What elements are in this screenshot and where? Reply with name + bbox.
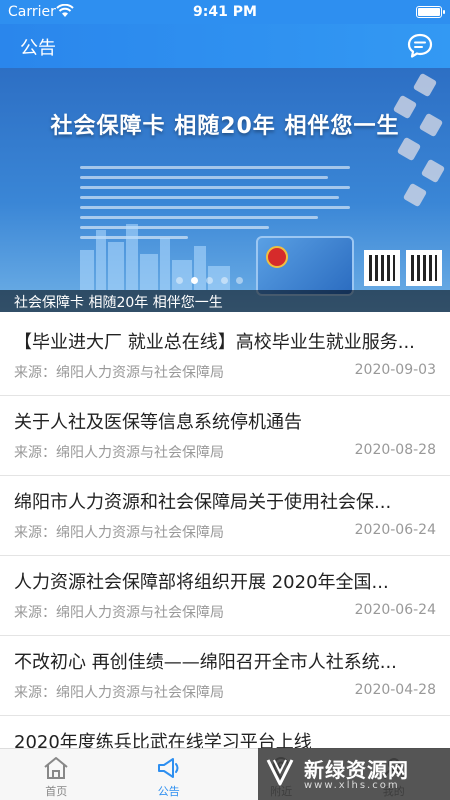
news-title: 绵阳市人力资源和社会保障局关于使用社会保...: [14, 492, 392, 513]
news-date: 2020-09-03: [354, 362, 436, 378]
emblem-icon: [266, 246, 288, 268]
list-item[interactable]: 绵阳市人力资源和社会保障局关于使用社会保... 来源：绵阳人力资源与社会保障局 …: [0, 476, 450, 556]
watermark-logo-icon: [266, 759, 294, 786]
banner-carousel[interactable]: 社会保障卡 相随20年 相伴您一生 社会保障卡 相随20年 相伴您一生: [0, 68, 450, 312]
news-source: 来源：绵阳人力资源与社会保障局: [14, 365, 224, 381]
hexagon-decoration: [376, 72, 446, 226]
list-item[interactable]: 【毕业进大厂 就业总在线】高校毕业生就业服务... 来源：绵阳人力资源与社会保障…: [0, 316, 450, 396]
news-title: 关于人社及医保等信息系统停机通告: [14, 412, 302, 433]
home-icon: [44, 757, 68, 779]
news-title: 不改初心 再创佳绩——绵阳召开全市人社系统...: [14, 652, 397, 673]
news-title: 【毕业进大厂 就业总在线】高校毕业生就业服务...: [14, 332, 415, 353]
banner-caption-bar: 社会保障卡 相随20年 相伴您一生: [0, 290, 450, 312]
watermark-url: www.xlhs.com: [304, 780, 400, 791]
news-date: 2020-06-24: [354, 602, 436, 618]
status-bar: Carrier 9:41 PM: [0, 0, 450, 24]
news-source: 来源：绵阳人力资源与社会保障局: [14, 605, 224, 621]
news-source: 来源：绵阳人力资源与社会保障局: [14, 445, 224, 461]
news-list: 【毕业进大厂 就业总在线】高校毕业生就业服务... 来源：绵阳人力资源与社会保障…: [0, 316, 450, 796]
nav-bar: 公告: [0, 24, 450, 68]
news-date: 2020-04-28: [354, 682, 436, 698]
qr-code-icon: [364, 250, 400, 286]
list-item[interactable]: 人力资源社会保障部将组织开展 2020年全国... 来源：绵阳人力资源与社会保障…: [0, 556, 450, 636]
news-title: 人力资源社会保障部将组织开展 2020年全国...: [14, 572, 389, 593]
battery-icon: [416, 6, 445, 18]
news-date: 2020-06-24: [354, 522, 436, 538]
social-security-card-image: [256, 236, 354, 296]
page-title: 公告: [20, 38, 56, 59]
tab-label: 公告: [157, 785, 180, 798]
qr-code-icon: [406, 250, 442, 286]
message-icon[interactable]: [406, 32, 434, 60]
news-source: 来源：绵阳人力资源与社会保障局: [14, 525, 224, 541]
news-date: 2020-08-28: [354, 442, 436, 458]
tab-announcements[interactable]: 公告: [113, 749, 226, 800]
tab-home[interactable]: 首页: [0, 749, 113, 800]
watermark-text: 新绿资源网: [304, 758, 409, 782]
tab-label: 首页: [45, 785, 68, 798]
watermark: 新绿资源网 www.xlhs.com: [258, 748, 450, 800]
news-source: 来源：绵阳人力资源与社会保障局: [14, 685, 224, 701]
carousel-indicator[interactable]: [176, 277, 243, 284]
banner-headline: 社会保障卡 相随20年 相伴您一生: [50, 114, 400, 139]
list-item[interactable]: 不改初心 再创佳绩——绵阳召开全市人社系统... 来源：绵阳人力资源与社会保障局…: [0, 636, 450, 716]
list-item[interactable]: 关于人社及医保等信息系统停机通告 来源：绵阳人力资源与社会保障局 2020-08…: [0, 396, 450, 476]
banner-caption: 社会保障卡 相随20年 相伴您一生: [14, 295, 223, 311]
clock: 9:41 PM: [193, 4, 257, 20]
megaphone-icon: [157, 758, 179, 778]
